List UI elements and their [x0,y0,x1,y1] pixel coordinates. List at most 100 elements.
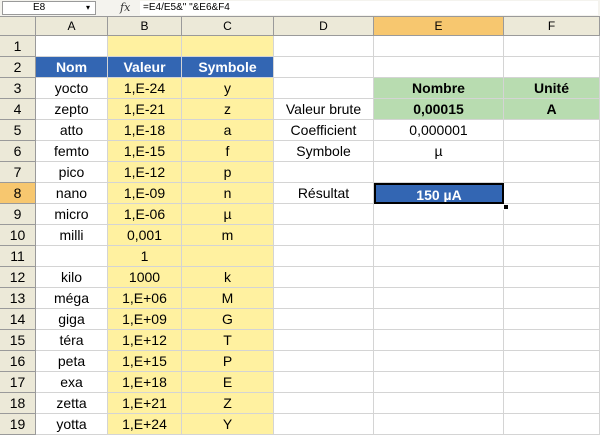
cell-f2[interactable] [504,57,600,78]
column-header-e[interactable]: E [374,17,504,36]
cell-a18[interactable]: zetta [36,393,108,414]
row-header-1[interactable]: 1 [0,36,36,57]
cell-d13[interactable] [274,288,374,309]
cell-c19[interactable]: Y [182,414,274,435]
cell-f16[interactable] [504,351,600,372]
cell-e1[interactable] [374,36,504,57]
row-header-2[interactable]: 2 [0,57,36,78]
cell-a4[interactable]: zepto [36,99,108,120]
cell-b7[interactable]: 1,E-12 [108,162,182,183]
cell-d14[interactable] [274,309,374,330]
cell-e9[interactable] [374,204,504,225]
cell-c17[interactable]: E [182,372,274,393]
cell-e8[interactable]: 150 µA [374,183,504,204]
cell-f19[interactable] [504,414,600,435]
cell-f5[interactable] [504,120,600,141]
cell-f7[interactable] [504,162,600,183]
cell-e14[interactable] [374,309,504,330]
cell-f13[interactable] [504,288,600,309]
cell-a5[interactable]: atto [36,120,108,141]
cell-f14[interactable] [504,309,600,330]
cell-b14[interactable]: 1,E+09 [108,309,182,330]
cell-b19[interactable]: 1,E+24 [108,414,182,435]
cell-f1[interactable] [504,36,600,57]
cell-e16[interactable] [374,351,504,372]
cell-b2[interactable]: Valeur [108,57,182,78]
cell-f10[interactable] [504,225,600,246]
cell-c12[interactable]: k [182,267,274,288]
row-header-8[interactable]: 8 [0,183,36,204]
cell-f11[interactable] [504,246,600,267]
cell-b4[interactable]: 1,E-21 [108,99,182,120]
cell-e6[interactable]: µ [374,141,504,162]
cell-a19[interactable]: yotta [36,414,108,435]
cell-f15[interactable] [504,330,600,351]
cell-d10[interactable] [274,225,374,246]
cell-f8[interactable] [504,183,600,204]
cell-e13[interactable] [374,288,504,309]
cell-a15[interactable]: téra [36,330,108,351]
cell-b13[interactable]: 1,E+06 [108,288,182,309]
row-header-6[interactable]: 6 [0,141,36,162]
select-all-corner[interactable] [0,17,36,36]
cell-a6[interactable]: femto [36,141,108,162]
cell-f9[interactable] [504,204,600,225]
row-header-17[interactable]: 17 [0,372,36,393]
row-header-19[interactable]: 19 [0,414,36,435]
cell-c3[interactable]: y [182,78,274,99]
cell-b10[interactable]: 0,001 [108,225,182,246]
cell-d6[interactable]: Symbole [274,141,374,162]
cell-b16[interactable]: 1,E+15 [108,351,182,372]
cell-d12[interactable] [274,267,374,288]
cell-a12[interactable]: kilo [36,267,108,288]
row-header-3[interactable]: 3 [0,78,36,99]
cell-e11[interactable] [374,246,504,267]
cell-a10[interactable]: milli [36,225,108,246]
cell-b18[interactable]: 1,E+21 [108,393,182,414]
cell-f12[interactable] [504,267,600,288]
cell-e4[interactable]: 0,00015 [374,99,504,120]
row-header-13[interactable]: 13 [0,288,36,309]
cell-d7[interactable] [274,162,374,183]
row-header-18[interactable]: 18 [0,393,36,414]
fx-icon[interactable]: fx [120,1,130,15]
cell-e17[interactable] [374,372,504,393]
cell-b8[interactable]: 1,E-09 [108,183,182,204]
row-header-14[interactable]: 14 [0,309,36,330]
cell-c11[interactable] [182,246,274,267]
cell-a14[interactable]: giga [36,309,108,330]
cell-b1[interactable] [108,36,182,57]
cell-a2[interactable]: Nom [36,57,108,78]
cell-f6[interactable] [504,141,600,162]
cell-a9[interactable]: micro [36,204,108,225]
cell-b12[interactable]: 1000 [108,267,182,288]
cell-a3[interactable]: yocto [36,78,108,99]
cell-c18[interactable]: Z [182,393,274,414]
cell-f18[interactable] [504,393,600,414]
column-header-c[interactable]: C [182,17,274,36]
cell-e19[interactable] [374,414,504,435]
cell-d3[interactable] [274,78,374,99]
cell-c5[interactable]: a [182,120,274,141]
row-header-12[interactable]: 12 [0,267,36,288]
cell-d2[interactable] [274,57,374,78]
row-header-4[interactable]: 4 [0,99,36,120]
cell-d9[interactable] [274,204,374,225]
cell-c15[interactable]: T [182,330,274,351]
cell-c16[interactable]: P [182,351,274,372]
row-header-15[interactable]: 15 [0,330,36,351]
formula-input[interactable]: =E4/E5&" "&E6&F4 [140,1,598,15]
cell-b5[interactable]: 1,E-18 [108,120,182,141]
row-header-16[interactable]: 16 [0,351,36,372]
cell-e7[interactable] [374,162,504,183]
cell-a8[interactable]: nano [36,183,108,204]
cell-e18[interactable] [374,393,504,414]
cell-d18[interactable] [274,393,374,414]
cell-d1[interactable] [274,36,374,57]
cell-d15[interactable] [274,330,374,351]
cell-d11[interactable] [274,246,374,267]
cell-b11[interactable]: 1 [108,246,182,267]
cell-e5[interactable]: 0,000001 [374,120,504,141]
row-header-10[interactable]: 10 [0,225,36,246]
cell-d8[interactable]: Résultat [274,183,374,204]
